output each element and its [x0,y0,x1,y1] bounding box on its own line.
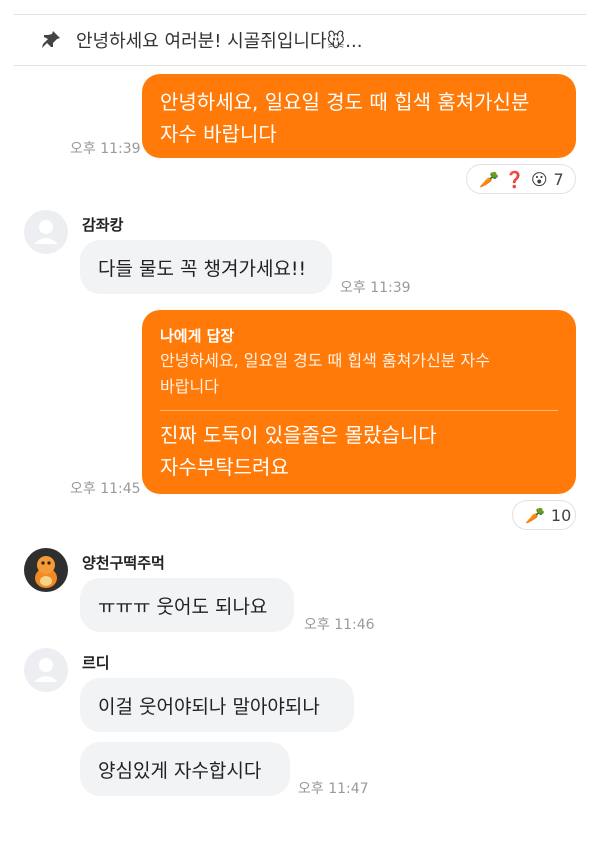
reply-divider [160,410,558,411]
pin-icon [40,29,62,51]
default-avatar-icon [34,658,58,682]
avatar[interactable] [24,210,68,254]
sender-name: 르디 [82,654,110,672]
reaction-bar[interactable]: 🥕 10 [512,500,576,530]
avatar[interactable] [24,648,68,692]
outgoing-message-bubble[interactable]: 안녕하세요, 일요일 경도 때 힙색 훔쳐가신분 자수 바랍니다 [142,74,576,158]
message-text: 이걸 웃어야되나 말아야되나 [98,695,320,718]
avatar[interactable] [24,548,68,592]
default-avatar-icon [34,220,58,244]
incoming-message-bubble[interactable]: 다들 물도 꼭 챙겨가세요!! [80,240,332,294]
message-text: ㅠㅠㅠ 웃어도 되나요 [98,595,268,618]
carrot-icon: 🥕 [479,169,499,189]
message-line: 진짜 도둑이 있을줄은 몰랐습니다 [160,423,437,447]
carrot-icon: 🥕 [525,505,545,525]
incoming-message-bubble[interactable]: 양심있게 자수합시다 [80,742,290,796]
question-icon: ❓ [504,169,525,189]
message-time: 오후 11:47 [298,781,369,797]
outgoing-reply-bubble[interactable]: 나에게 답장 안녕하세요, 일요일 경도 때 힙색 훔쳐가신분 자수 바랍니다 … [142,310,576,494]
sender-name: 감좌캉 [82,216,124,234]
reaction-bar[interactable]: 🥕 ❓ 😮 7 [466,164,576,194]
message-time: 오후 11:45 [70,481,141,497]
sender-name: 양천구떡주먹 [82,554,165,572]
reaction-count: 10 [550,505,572,525]
message-time: 오후 11:39 [70,141,141,157]
reply-label: 나에게 답장 [160,327,235,345]
pinned-text: 안녕하세요 여러분! 시골쥐입니다🐭... [76,31,363,52]
message-text: 다들 물도 꼭 챙겨가세요!! [98,257,307,280]
incoming-message-bubble[interactable]: ㅠㅠㅠ 웃어도 되나요 [80,578,294,632]
charmander-avatar-icon [35,556,57,588]
reply-quote-line: 안녕하세요, 일요일 경도 때 힙색 훔쳐가신분 자수 [160,351,491,370]
message-time: 오후 11:39 [340,280,411,296]
reply-quote-line: 바랍니다 [160,377,219,396]
message-line: 안녕하세요, 일요일 경도 때 힙색 훔쳐가신분 [160,90,530,114]
message-line: 자수 바랍니다 [160,122,277,146]
incoming-message-bubble[interactable]: 이걸 웃어야되나 말아야되나 [80,678,354,732]
message-line: 자수부탁드려요 [160,455,289,479]
message-time: 오후 11:46 [304,617,375,633]
reaction-count: 7 [553,169,564,189]
pinned-notice[interactable]: 안녕하세요 여러분! 시골쥐입니다🐭... [14,14,586,66]
surprised-face-icon: 😮 [530,169,548,189]
message-text: 양심있게 자수합시다 [98,759,262,782]
